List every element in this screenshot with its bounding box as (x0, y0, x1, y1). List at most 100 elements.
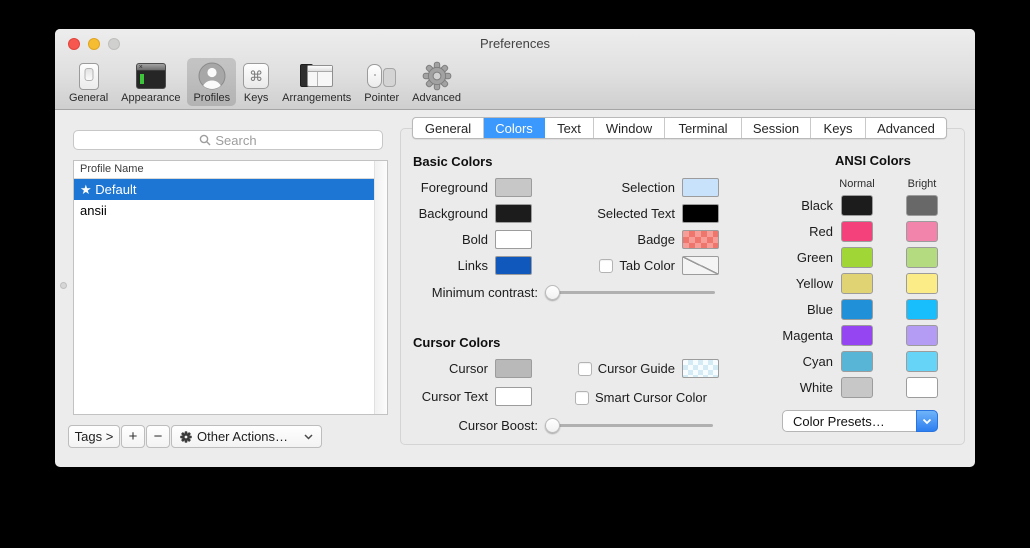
profile-row-ansii[interactable]: ansii (74, 200, 374, 221)
ansi-red-bright-colorwell[interactable] (906, 221, 938, 242)
ansi-row-cyan: Cyan (755, 351, 938, 372)
tab-window[interactable]: Window (594, 118, 665, 138)
badge-label: Badge (637, 232, 675, 247)
cursor-colors-title: Cursor Colors (413, 335, 500, 350)
toolbar: General × Appearance (63, 58, 468, 108)
cursor-colorwell[interactable] (495, 359, 532, 378)
slider-knob[interactable] (545, 418, 560, 433)
search-input[interactable]: Search (73, 130, 383, 150)
bold-row: Bold (413, 230, 532, 249)
toolbar-item-general[interactable]: General (63, 58, 114, 106)
badge-colorwell[interactable] (682, 230, 719, 249)
tab-color-label: Tab Color (619, 258, 675, 273)
toolbar-item-pointer[interactable]: Pointer (358, 58, 405, 106)
cursor-boost-slider[interactable] (545, 418, 713, 433)
cursor-guide-checkbox[interactable] (578, 362, 592, 376)
remove-profile-button[interactable]: − (146, 425, 170, 448)
pointer-mouse-icon (366, 61, 397, 91)
other-actions-label: Other Actions… (197, 429, 288, 444)
color-presets-dropdown[interactable]: Color Presets… (782, 410, 938, 432)
profile-row-default[interactable]: ★ Default (74, 179, 374, 200)
ansi-cyan-normal-colorwell[interactable] (841, 351, 873, 372)
cursor-text-colorwell[interactable] (495, 387, 532, 406)
selection-colorwell[interactable] (682, 178, 719, 197)
smart-cursor-label: Smart Cursor Color (595, 390, 707, 405)
ansi-white-bright-colorwell[interactable] (906, 377, 938, 398)
desktop: Preferences General × Appearance (0, 0, 1030, 548)
tab-advanced[interactable]: Advanced (866, 118, 946, 138)
color-presets-chevron-button[interactable] (916, 410, 938, 432)
tab-color-colorwell[interactable] (682, 256, 719, 275)
ansi-white-normal-colorwell[interactable] (841, 377, 873, 398)
other-actions-dropdown[interactable]: Other Actions… (171, 425, 322, 448)
ansi-row-blue: Blue (755, 299, 938, 320)
cursor-row: Cursor (413, 359, 532, 378)
tags-button[interactable]: Tags > (68, 425, 120, 448)
ansi-black-normal-colorwell[interactable] (841, 195, 873, 216)
toolbar-item-advanced[interactable]: Advanced (406, 58, 467, 106)
bold-colorwell[interactable] (495, 230, 532, 249)
profile-list: Profile Name ★ Default ansii (73, 160, 388, 415)
tab-general[interactable]: General (413, 118, 484, 138)
ansi-row-black: Black (755, 195, 938, 216)
ansi-green-normal-colorwell[interactable] (841, 247, 873, 268)
foreground-colorwell[interactable] (495, 178, 532, 197)
ansi-magenta-normal-colorwell[interactable] (841, 325, 873, 346)
ansi-yellow-bright-colorwell[interactable] (906, 273, 938, 294)
smart-cursor-row: Smart Cursor Color (575, 390, 755, 405)
toolbar-item-profiles[interactable]: Profiles (187, 58, 236, 106)
foreground-row: Foreground (413, 178, 532, 197)
tab-keys[interactable]: Keys (811, 118, 866, 138)
minimum-contrast-row: Minimum contrast: (413, 285, 715, 300)
ansi-red-normal-colorwell[interactable] (841, 221, 873, 242)
basic-colors-title: Basic Colors (413, 154, 492, 169)
background-colorwell[interactable] (495, 204, 532, 223)
toolbar-item-keys[interactable]: ⌘ Keys (237, 58, 275, 106)
smart-cursor-checkbox[interactable] (575, 391, 589, 405)
action-gear-icon (180, 431, 192, 443)
ansi-row-white: White (755, 377, 938, 398)
selection-row: Selection (560, 178, 719, 197)
tab-colors[interactable]: Colors (484, 118, 545, 138)
ansi-green-bright-colorwell[interactable] (906, 247, 938, 268)
chevron-down-icon (922, 418, 932, 425)
appearance-window-icon: × (136, 61, 166, 91)
ansi-magenta-bright-colorwell[interactable] (906, 325, 938, 346)
badge-row: Badge (560, 230, 719, 249)
add-profile-button[interactable]: + (121, 425, 145, 448)
cursor-guide-label: Cursor Guide (598, 361, 675, 376)
ansi-col-normal: Normal (841, 178, 873, 190)
splitter-handle-dot[interactable] (60, 282, 67, 289)
profile-list-header: Profile Name (74, 161, 387, 179)
tab-color-checkbox[interactable] (599, 259, 613, 273)
links-label: Links (458, 258, 488, 273)
ansi-black-bright-colorwell[interactable] (906, 195, 938, 216)
ansi-yellow-normal-colorwell[interactable] (841, 273, 873, 294)
color-presets-label: Color Presets… (783, 414, 885, 429)
tab-terminal[interactable]: Terminal (665, 118, 742, 138)
tab-session[interactable]: Session (742, 118, 811, 138)
background-label: Background (419, 206, 488, 221)
ansi-blue-normal-colorwell[interactable] (841, 299, 873, 320)
toolbar-item-appearance[interactable]: × Appearance (115, 58, 186, 106)
selected-text-colorwell[interactable] (682, 204, 719, 223)
cursor-boost-label: Cursor Boost: (459, 418, 538, 433)
toolbar-item-arrangements[interactable]: Arrangements (276, 58, 357, 106)
links-colorwell[interactable] (495, 256, 532, 275)
minimum-contrast-slider[interactable] (545, 285, 715, 300)
selected-text-row: Selected Text (560, 204, 719, 223)
profile-list-scrollbar[interactable] (374, 161, 387, 414)
tab-text[interactable]: Text (545, 118, 594, 138)
window-title: Preferences (55, 36, 975, 51)
ansi-blue-bright-colorwell[interactable] (906, 299, 938, 320)
cursor-guide-row: Cursor Guide (560, 359, 719, 378)
toolbar-label: Pointer (364, 92, 399, 104)
toolbar-label: General (69, 92, 108, 104)
bold-label: Bold (462, 232, 488, 247)
ansi-cyan-bright-colorwell[interactable] (906, 351, 938, 372)
cursor-guide-colorwell[interactable] (682, 359, 719, 378)
ansi-row-green: Green (755, 247, 938, 268)
toolbar-label: Arrangements (282, 92, 351, 104)
window-header: Preferences General × Appearance (55, 29, 975, 110)
slider-knob[interactable] (545, 285, 560, 300)
